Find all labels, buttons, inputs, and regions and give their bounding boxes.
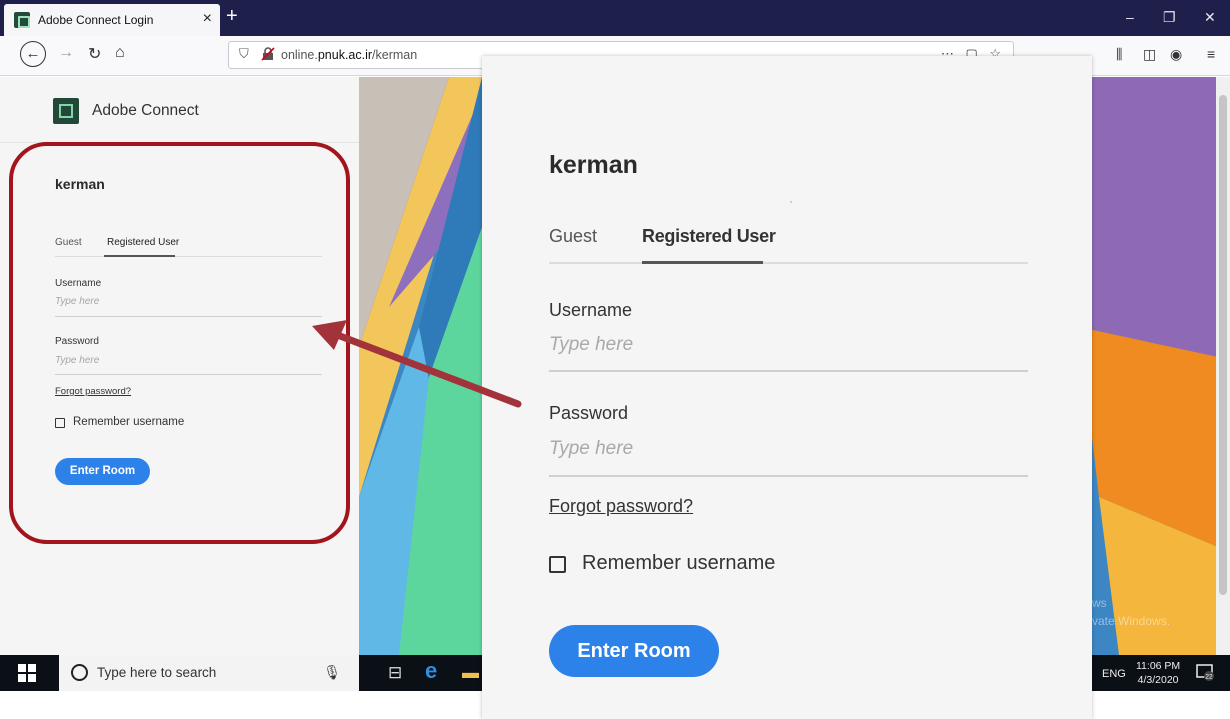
search-placeholder: Type here to search	[97, 665, 217, 680]
reload-icon[interactable]: ↻	[88, 44, 101, 64]
zoom-remember-username-label: Remember username	[582, 552, 776, 574]
account-icon[interactable]: ◉	[1170, 46, 1182, 63]
zoomed-login-panel: kerman Guest Registered User Username Ty…	[482, 56, 1092, 719]
system-clock[interactable]: 11:06 PM 4/3/2020	[1136, 659, 1180, 687]
close-window-button[interactable]: ✕	[1204, 9, 1216, 26]
zoom-enter-room-button[interactable]: Enter Room	[549, 625, 719, 677]
sidebar-icon[interactable]: ◫	[1143, 46, 1156, 63]
taskbar-search-box[interactable]: Type here to search 🎙	[59, 655, 359, 691]
zoom-username-underline	[549, 370, 1028, 372]
task-view-icon[interactable]: ⊟	[388, 663, 402, 683]
microphone-icon[interactable]: 🎙	[323, 664, 341, 681]
brand-name: Adobe Connect	[92, 102, 199, 119]
tracking-shield-icon[interactable]: ⛉	[239, 46, 249, 62]
url-text: online.pnuk.ac.ir/kerman	[281, 48, 418, 62]
tab-close-icon[interactable]: ×	[203, 10, 212, 28]
zoom-password-field[interactable]: Type here	[549, 438, 633, 460]
cortana-icon	[71, 664, 88, 681]
forward-arrow-icon[interactable]: →	[58, 44, 74, 62]
zoom-tab-divider	[549, 262, 1028, 264]
clock-time: 11:06 PM	[1136, 660, 1181, 672]
menu-icon[interactable]: ≡	[1207, 46, 1215, 62]
zoom-forgot-password-link[interactable]: Forgot password?	[549, 496, 693, 517]
notification-center-icon[interactable]: 22	[1196, 663, 1214, 681]
notification-count: 22	[1205, 674, 1213, 681]
browser-titlebar: Adobe Connect Login × + – ❐ ✕	[0, 0, 1230, 36]
zoom-username-field[interactable]: Type here	[549, 334, 633, 356]
file-explorer-icon[interactable]: ▬	[462, 663, 479, 683]
windows-start-icon[interactable]	[18, 664, 36, 682]
new-tab-button[interactable]: +	[226, 5, 238, 28]
input-language[interactable]: ENG	[1102, 668, 1126, 680]
brand-header: Adobe Connect	[0, 77, 359, 143]
zoom-room-name: kerman	[549, 151, 638, 179]
back-arrow-icon[interactable]: ←	[20, 41, 46, 67]
activation-watermark-line1: ws	[1092, 596, 1107, 610]
insecure-lock-icon[interactable]	[261, 47, 275, 61]
zoom-tab-registered-user[interactable]: Registered User	[642, 226, 776, 247]
scrollbar-thumb[interactable]	[1219, 95, 1227, 595]
tab-title: Adobe Connect Login	[38, 13, 154, 27]
adobe-connect-logo-icon	[53, 98, 79, 124]
restore-button[interactable]: ❐	[1163, 9, 1176, 26]
zoom-dot	[790, 201, 792, 203]
zoom-password-underline	[549, 475, 1028, 477]
zoom-password-label: Password	[549, 403, 629, 423]
adobe-connect-favicon-icon	[14, 12, 30, 28]
minimize-button[interactable]: –	[1126, 9, 1134, 25]
edge-icon[interactable]: e	[425, 658, 437, 684]
home-icon[interactable]: ⌂	[115, 44, 125, 62]
clock-date: 4/3/2020	[1137, 674, 1179, 686]
zoom-username-label: Username	[549, 300, 633, 320]
highlight-ring	[9, 142, 350, 544]
browser-tab-adobe-connect[interactable]: Adobe Connect Login ×	[4, 4, 220, 36]
library-icon[interactable]: ⫼	[1116, 46, 1122, 63]
page-scrollbar[interactable]	[1216, 77, 1230, 655]
zoom-remember-username-checkbox[interactable]	[549, 556, 566, 573]
zoom-tab-guest[interactable]: Guest	[549, 226, 597, 247]
zoom-active-tab-indicator	[642, 261, 763, 264]
activation-watermark-line2: vate Windows.	[1092, 614, 1171, 628]
